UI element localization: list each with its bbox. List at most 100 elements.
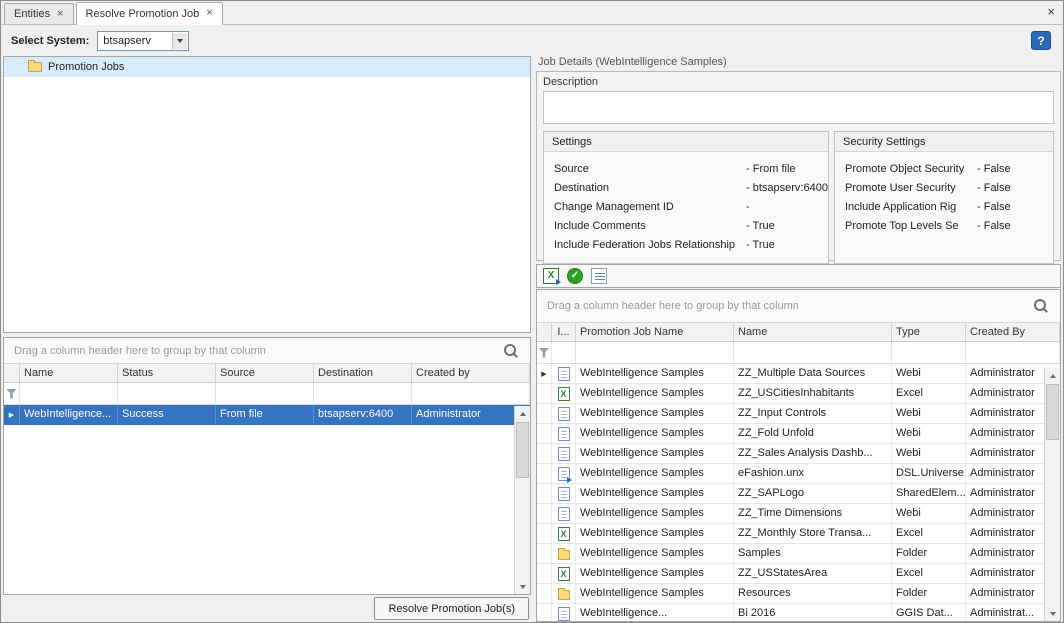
- filter-name[interactable]: [734, 342, 892, 363]
- cell-type[interactable]: Excel: [892, 524, 966, 543]
- header-icon[interactable]: I...: [552, 323, 576, 341]
- cell-promotion-job-name[interactable]: WebIntelligence Samples: [576, 524, 734, 543]
- cell-name[interactable]: ZZ_Input Controls: [734, 404, 892, 423]
- table-row[interactable]: WebIntelligence Samples ZZ_Input Control…: [537, 404, 1060, 424]
- cell-name[interactable]: ZZ_Fold Unfold: [734, 424, 892, 443]
- cell-name[interactable]: Resources: [734, 584, 892, 603]
- cell-name[interactable]: ZZ_Time Dimensions: [734, 504, 892, 523]
- cell-promotion-job-name[interactable]: WebIntelligence Samples: [576, 404, 734, 423]
- table-row[interactable]: WebIntelligence Samples eFashion.unx DSL…: [537, 464, 1060, 484]
- scroll-down-icon[interactable]: [515, 579, 530, 594]
- scroll-up-icon[interactable]: [515, 406, 530, 421]
- vertical-scrollbar[interactable]: [514, 406, 530, 594]
- tab-close-icon[interactable]: ×: [57, 9, 63, 20]
- table-row[interactable]: WebIntelligence Samples Samples Folder A…: [537, 544, 1060, 564]
- filter-name[interactable]: [20, 383, 118, 404]
- cell-type[interactable]: Webi: [892, 504, 966, 523]
- table-row[interactable]: WebIntelligence Samples ZZ_USStatesArea …: [537, 564, 1060, 584]
- table-row[interactable]: WebIntelligence Samples ZZ_Time Dimensio…: [537, 504, 1060, 524]
- cell-promotion-job-name[interactable]: WebIntelligence Samples: [576, 364, 734, 383]
- cell-type[interactable]: Webi: [892, 444, 966, 463]
- search-icon[interactable]: [504, 344, 518, 358]
- cell-destination[interactable]: btsapserv:6400: [314, 405, 412, 424]
- table-row[interactable]: WebIntelligence Samples ZZ_USCitiesInhab…: [537, 384, 1060, 404]
- filter-type[interactable]: [892, 342, 966, 363]
- cell-promotion-job-name[interactable]: WebIntelligence Samples: [576, 544, 734, 563]
- header-name[interactable]: Name: [734, 323, 892, 341]
- header-source[interactable]: Source: [216, 364, 314, 382]
- cell-type[interactable]: Excel: [892, 384, 966, 403]
- scroll-up-icon[interactable]: [1045, 368, 1060, 383]
- tab-close-icon[interactable]: ×: [206, 8, 212, 19]
- cell-status[interactable]: Success: [118, 405, 216, 424]
- scroll-thumb[interactable]: [516, 422, 529, 478]
- cell-type[interactable]: Folder: [892, 584, 966, 603]
- header-created-by[interactable]: Created by: [412, 364, 530, 382]
- table-row[interactable]: WebIntelligence Samples ZZ_SAPLogo Share…: [537, 484, 1060, 504]
- filter-source[interactable]: [216, 383, 314, 404]
- validate-check-icon[interactable]: [567, 268, 583, 284]
- cell-type[interactable]: Webi: [892, 404, 966, 423]
- cell-type[interactable]: Webi: [892, 424, 966, 443]
- filter-icon[interactable]: [552, 342, 576, 363]
- system-select[interactable]: btsapserv: [97, 31, 189, 51]
- table-row[interactable]: WebIntelligence Samples ZZ_Sales Analysi…: [537, 444, 1060, 464]
- filter-status[interactable]: [118, 383, 216, 404]
- header-type[interactable]: Type: [892, 323, 966, 341]
- filter-funnel-icon[interactable]: [539, 348, 550, 358]
- tree-item-promotion-jobs[interactable]: Promotion Jobs: [4, 57, 530, 77]
- cell-created-by[interactable]: Administrator: [412, 405, 530, 424]
- cell-promotion-job-name[interactable]: WebIntelligence Samples: [576, 464, 734, 483]
- cell-promotion-job-name[interactable]: WebIntelligence...: [576, 604, 734, 622]
- cell-name[interactable]: ZZ_USCitiesInhabitants: [734, 384, 892, 403]
- table-row[interactable]: WebIntelligence Samples Resources Folder…: [537, 584, 1060, 604]
- cell-name[interactable]: WebIntelligence...: [20, 405, 118, 424]
- scroll-thumb[interactable]: [1046, 384, 1059, 440]
- cell-name[interactable]: Bi 2016: [734, 604, 892, 622]
- objects-grid-group-bar[interactable]: Drag a column header here to group by th…: [537, 290, 1060, 323]
- cell-promotion-job-name[interactable]: WebIntelligence Samples: [576, 504, 734, 523]
- jobs-grid-group-bar[interactable]: Drag a column header here to group by th…: [4, 338, 530, 364]
- window-close-icon[interactable]: ×: [1047, 4, 1055, 19]
- header-created-by[interactable]: Created By: [966, 323, 1060, 341]
- table-row[interactable]: WebIntelligence Samples ZZ_Multiple Data…: [537, 364, 1060, 384]
- cell-promotion-job-name[interactable]: WebIntelligence Samples: [576, 384, 734, 403]
- cell-promotion-job-name[interactable]: WebIntelligence Samples: [576, 484, 734, 503]
- export-to-excel-icon[interactable]: [543, 268, 559, 284]
- help-button[interactable]: ?: [1031, 31, 1051, 50]
- cell-name[interactable]: ZZ_Multiple Data Sources: [734, 364, 892, 383]
- cell-type[interactable]: Webi: [892, 364, 966, 383]
- table-row[interactable]: WebIntelligence Samples ZZ_Monthly Store…: [537, 524, 1060, 544]
- cell-type[interactable]: GGIS Dat...: [892, 604, 966, 622]
- filter-destination[interactable]: [314, 383, 412, 404]
- header-name[interactable]: Name: [20, 364, 118, 382]
- table-row[interactable]: WebIntelligence... Bi 2016 GGIS Dat... A…: [537, 604, 1060, 622]
- filter-funnel-icon[interactable]: [6, 389, 17, 399]
- cell-name[interactable]: ZZ_SAPLogo: [734, 484, 892, 503]
- tab-entities[interactable]: Entities ×: [4, 3, 74, 24]
- cell-promotion-job-name[interactable]: WebIntelligence Samples: [576, 444, 734, 463]
- table-row[interactable]: WebIntelligence Samples ZZ_Fold Unfold W…: [537, 424, 1060, 444]
- filter-promotion-job-name[interactable]: [576, 342, 734, 363]
- vertical-scrollbar[interactable]: [1044, 368, 1060, 621]
- dropdown-button[interactable]: [172, 33, 187, 49]
- cell-type[interactable]: SharedElem...: [892, 484, 966, 503]
- cell-type[interactable]: Excel: [892, 564, 966, 583]
- tab-resolve-promotion-job[interactable]: Resolve Promotion Job ×: [76, 2, 223, 25]
- cell-promotion-job-name[interactable]: WebIntelligence Samples: [576, 424, 734, 443]
- cell-promotion-job-name[interactable]: WebIntelligence Samples: [576, 564, 734, 583]
- cell-name[interactable]: ZZ_Monthly Store Transa...: [734, 524, 892, 543]
- cell-name[interactable]: ZZ_Sales Analysis Dashb...: [734, 444, 892, 463]
- filter-created-by[interactable]: [412, 383, 530, 404]
- scroll-down-icon[interactable]: [1045, 606, 1060, 621]
- search-icon[interactable]: [1034, 299, 1048, 313]
- cell-type[interactable]: DSL.Universe: [892, 464, 966, 483]
- cell-type[interactable]: Folder: [892, 544, 966, 563]
- header-destination[interactable]: Destination: [314, 364, 412, 382]
- cell-source[interactable]: From file: [216, 405, 314, 424]
- details-list-icon[interactable]: [591, 268, 607, 284]
- header-status[interactable]: Status: [118, 364, 216, 382]
- filter-created-by[interactable]: [966, 342, 1060, 363]
- resolve-promotion-job-button[interactable]: Resolve Promotion Job(s): [374, 597, 529, 620]
- header-promotion-job-name[interactable]: Promotion Job Name: [576, 323, 734, 341]
